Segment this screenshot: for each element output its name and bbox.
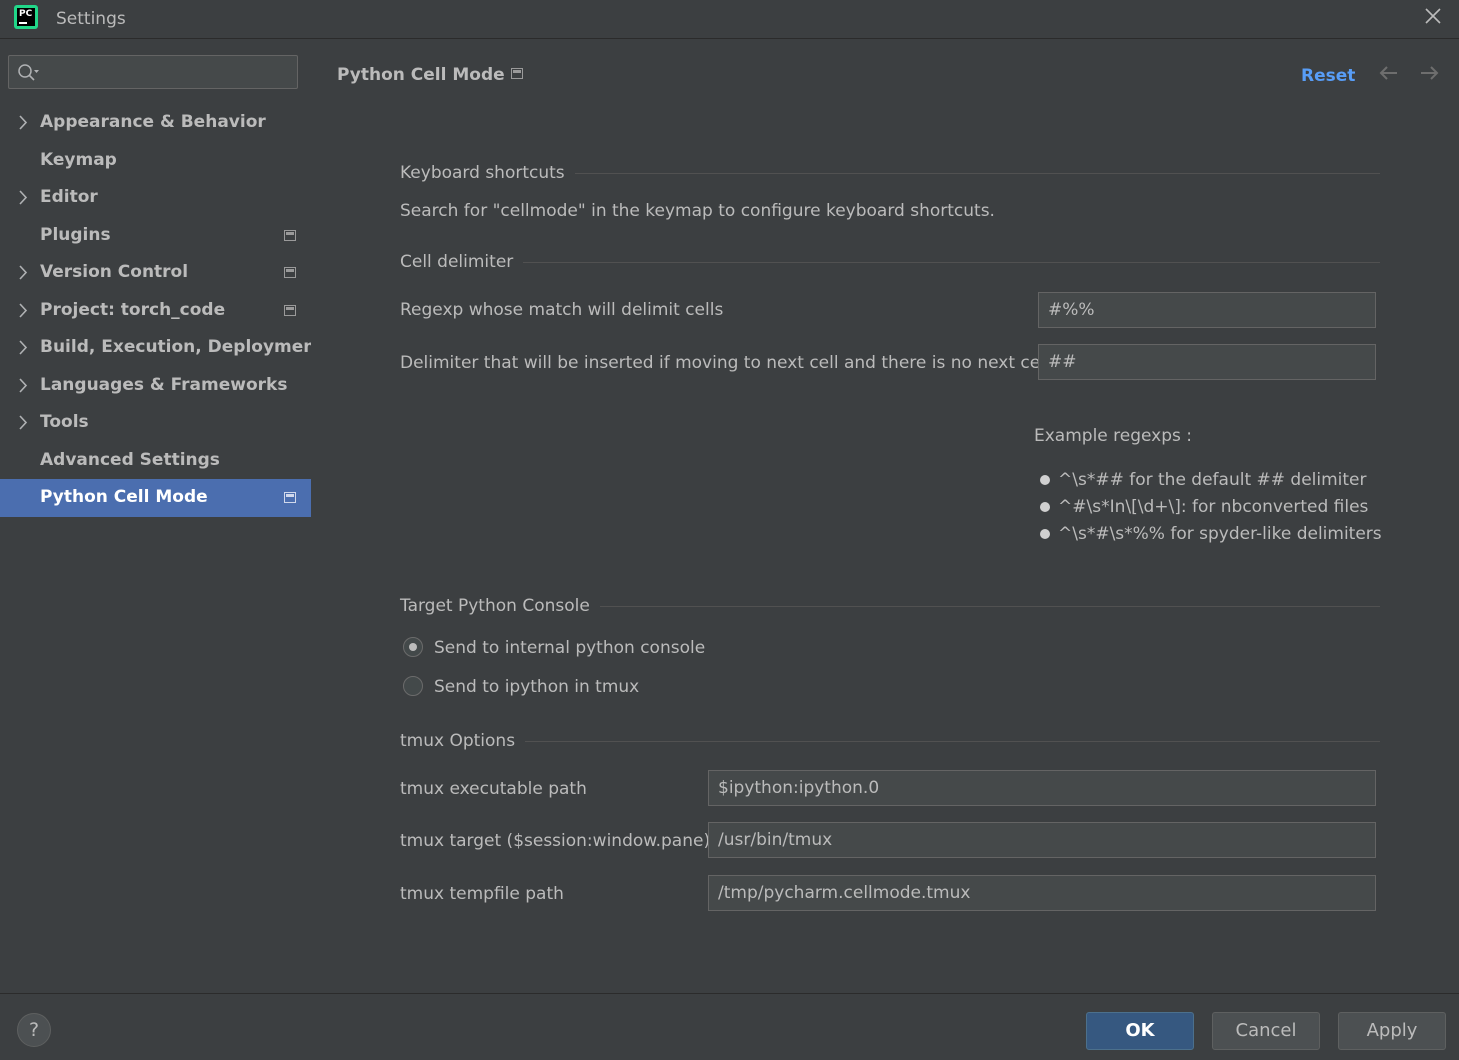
sidebar-item-label: Tools <box>40 412 89 432</box>
page-title: Python Cell Mode <box>337 65 505 85</box>
project-level-icon <box>511 68 523 79</box>
sidebar-item-advanced-settings[interactable]: Advanced Settings <box>0 442 311 480</box>
sidebar-item-label: Keymap <box>40 149 117 170</box>
section-title: tmux Options <box>400 731 526 751</box>
forward-arrow-icon[interactable] <box>1417 61 1441 85</box>
project-level-icon <box>284 304 296 316</box>
sidebar-item-label: Editor <box>40 187 98 207</box>
tmux-tempfile-label: tmux tempfile path <box>400 884 564 904</box>
sidebar-item-plugins[interactable]: Plugins <box>0 217 311 255</box>
project-level-icon <box>284 229 296 241</box>
pycharm-logo-icon: PC <box>14 5 38 29</box>
chevron-right-icon[interactable] <box>16 254 30 291</box>
chevron-right-icon[interactable] <box>16 404 30 441</box>
search-box[interactable] <box>8 55 298 89</box>
tmux-ipython-label[interactable]: Send to ipython in tmux <box>434 677 639 697</box>
close-icon[interactable] <box>1421 6 1445 30</box>
keyboard-shortcuts-hint: Search for "cellmode" in the keymap to c… <box>400 201 995 221</box>
tmux-options-section: tmux Options <box>400 731 1380 751</box>
sidebar-item-label: Version Control <box>40 262 189 282</box>
example-regexp: ^\s*#\s*%% for spyder-like delimiters <box>1058 524 1382 544</box>
sidebar-item-editor[interactable]: Editor <box>0 179 311 217</box>
settings-sidebar: Appearance & Behavior Keymap Editor Plugins… <box>0 39 324 993</box>
sidebar-item-appearance-behavior[interactable]: Appearance & Behavior <box>0 104 311 142</box>
sidebar-item-tools[interactable]: Tools <box>0 404 311 442</box>
sidebar-item-label: Python Cell Mode <box>40 487 208 507</box>
sidebar-item-keymap[interactable]: Keymap <box>0 142 311 180</box>
tmux-executable-input[interactable] <box>708 770 1376 806</box>
tmux-target-input[interactable] <box>708 822 1376 858</box>
chevron-right-icon[interactable] <box>16 329 30 366</box>
bullet-icon <box>1040 529 1050 539</box>
regexp-label: Regexp whose match will delimit cells <box>400 300 724 320</box>
cancel-button[interactable]: Cancel <box>1212 1012 1320 1050</box>
example-regexps-title: Example regexps : <box>1034 426 1193 446</box>
title-bar: PC Settings <box>0 0 1459 39</box>
apply-button[interactable]: Apply <box>1338 1012 1446 1050</box>
example-regexp: ^\s*## for the default ## delimiter <box>1058 470 1367 490</box>
search-input[interactable] <box>45 60 289 86</box>
tmux-ipython-radio[interactable] <box>403 676 423 696</box>
tmux-tempfile-input[interactable] <box>708 875 1376 911</box>
regexp-input[interactable] <box>1038 292 1376 328</box>
help-button[interactable]: ? <box>17 1013 51 1047</box>
chevron-right-icon[interactable] <box>16 292 30 329</box>
chevron-right-icon[interactable] <box>16 179 30 216</box>
keyboard-shortcuts-section: Keyboard shortcuts <box>400 163 1380 183</box>
settings-tree: Appearance & Behavior Keymap Editor Plugins… <box>0 104 324 517</box>
sidebar-item-label: Plugins <box>40 224 111 245</box>
insert-delimiter-input[interactable] <box>1038 344 1376 380</box>
sidebar-item-build-execution-deployment[interactable]: Build, Execution, Deployment <box>0 329 324 367</box>
sidebar-item-label: Advanced Settings <box>40 449 220 470</box>
tmux-executable-label: tmux executable path <box>400 779 587 799</box>
sidebar-item-label: Languages & Frameworks <box>40 374 288 395</box>
search-icon[interactable] <box>17 63 39 83</box>
dialog-footer: ? OK Cancel Apply <box>0 993 1459 1060</box>
bullet-icon <box>1040 475 1050 485</box>
project-level-icon <box>284 267 296 278</box>
bullet-icon <box>1040 502 1050 512</box>
internal-console-label[interactable]: Send to internal python console <box>434 638 705 658</box>
section-title: Cell delimiter <box>400 252 524 272</box>
chevron-right-icon[interactable] <box>16 104 30 141</box>
tmux-target-label: tmux target ($session:window.pane) <box>400 831 711 851</box>
section-title: Keyboard shortcuts <box>400 163 575 183</box>
window-title: Settings <box>56 9 126 29</box>
reset-link[interactable]: Reset <box>1301 66 1355 86</box>
ok-button[interactable]: OK <box>1086 1012 1194 1050</box>
internal-console-radio[interactable] <box>403 637 423 657</box>
cell-delimiter-section: Cell delimiter <box>400 252 1380 272</box>
sidebar-item-label: Appearance & Behavior <box>40 112 266 132</box>
back-arrow-icon[interactable] <box>1377 61 1401 85</box>
sidebar-item-languages-frameworks[interactable]: Languages & Frameworks <box>0 367 311 405</box>
sidebar-item-project-torch-code[interactable]: Project: torch_code <box>0 292 311 330</box>
sidebar-item-label: Project: torch_code <box>40 299 226 320</box>
sidebar-item-label: Build, Execution, Deployment <box>40 337 324 357</box>
project-level-icon <box>284 492 296 503</box>
target-console-section: Target Python Console <box>400 596 1380 616</box>
section-title: Target Python Console <box>400 596 600 616</box>
insert-delimiter-label: Delimiter that will be inserted if movin… <box>400 353 1050 373</box>
settings-content: Python Cell Mode Reset Keyboard shortcut… <box>311 39 1459 993</box>
chevron-right-icon[interactable] <box>16 367 30 404</box>
sidebar-item-version-control[interactable]: Version Control <box>0 254 311 292</box>
example-regexp: ^#\s*In\[\d+\]: for nbconverted files <box>1058 497 1369 517</box>
sidebar-item-python-cell-mode[interactable]: Python Cell Mode <box>0 479 311 517</box>
